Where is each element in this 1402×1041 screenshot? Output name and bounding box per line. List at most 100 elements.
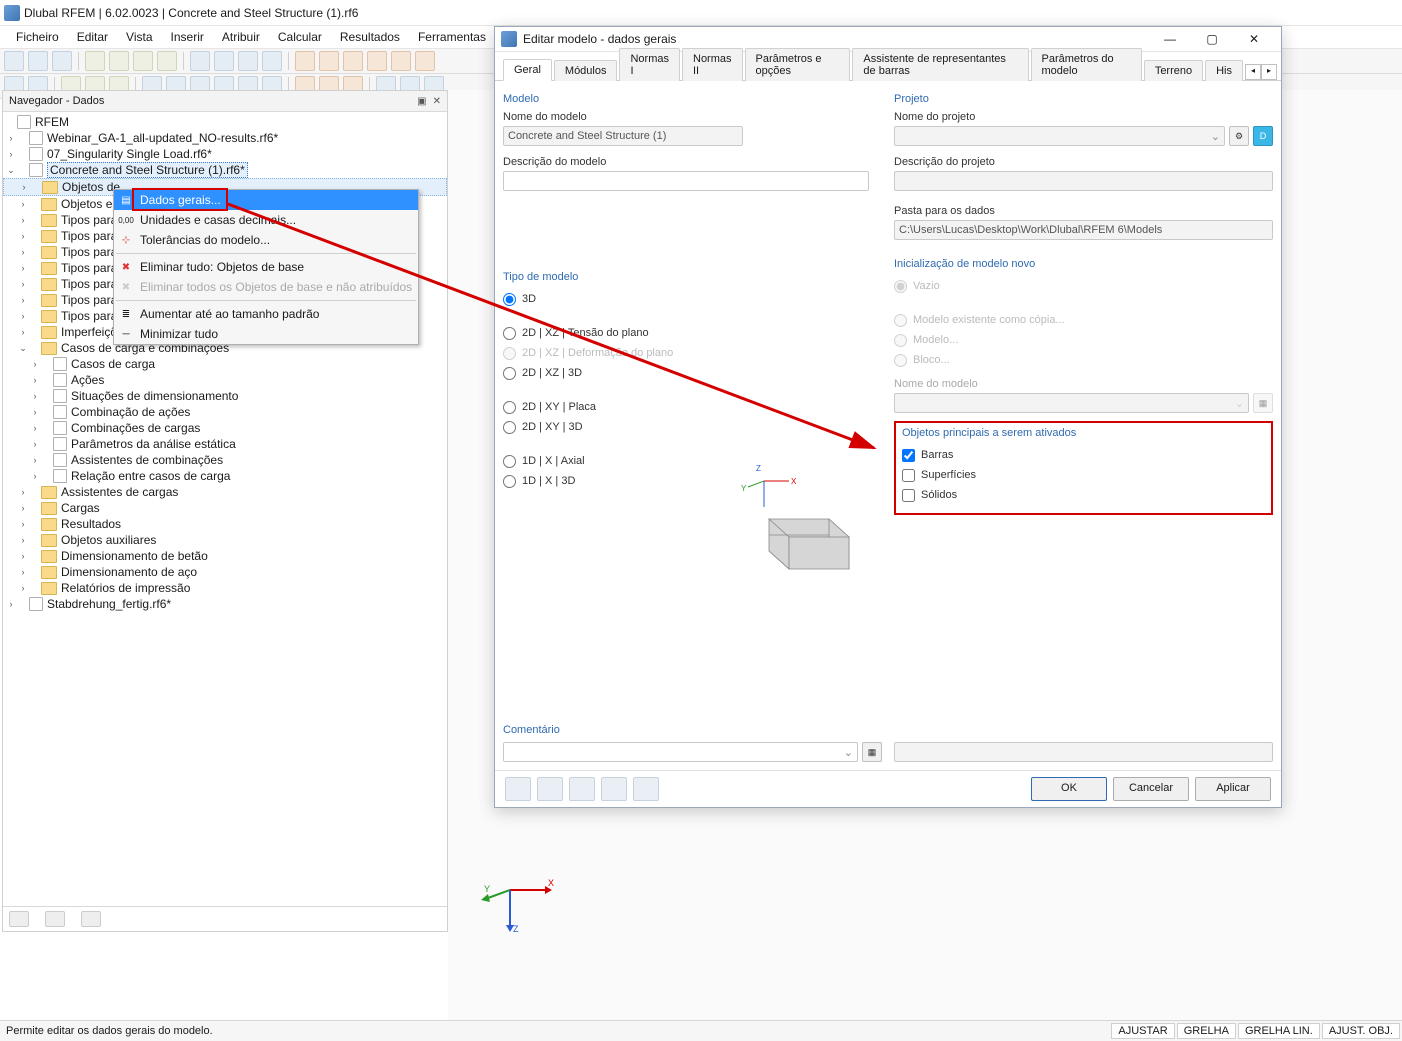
tab-terreno[interactable]: Terreno	[1144, 60, 1203, 81]
nav-footer-icon[interactable]	[9, 911, 29, 927]
input-nome-modelo[interactable]: Concrete and Steel Structure (1)	[503, 126, 743, 146]
toolbar-icon[interactable]	[343, 51, 363, 71]
tree-item[interactable]: Combinação de ações	[71, 405, 190, 419]
project-cloud-button[interactable]: D	[1253, 126, 1273, 146]
tree-item[interactable]: Casos de carga	[71, 357, 155, 371]
toolbar-icon[interactable]	[415, 51, 435, 71]
tree-folder[interactable]: Relatórios de impressão	[61, 581, 190, 595]
tree-item[interactable]: Parâmetros da análise estática	[71, 437, 236, 451]
close-icon[interactable]: ✕	[433, 96, 441, 107]
tab-his[interactable]: His	[1205, 60, 1243, 81]
tree-item[interactable]: Ações	[71, 373, 104, 387]
dock-icon[interactable]: ▣	[417, 96, 426, 107]
toolbar-icon[interactable]	[190, 51, 210, 71]
tree-item[interactable]: Assistentes de combinações	[71, 453, 223, 467]
toolbar-icon[interactable]	[28, 51, 48, 71]
tree-file[interactable]: Stabdrehung_fertig.rf6*	[47, 597, 171, 611]
toolbar-icon[interactable]	[157, 51, 177, 71]
tree-item[interactable]: Relação entre casos de carga	[71, 469, 230, 483]
tree-folder[interactable]: Dimensionamento de betão	[61, 549, 208, 563]
check-superficies[interactable]: Superfícies	[902, 465, 1265, 485]
toolbar-icon[interactable]	[295, 51, 315, 71]
toolbar-icon[interactable]	[214, 51, 234, 71]
input-comentario[interactable]: ⌄	[503, 742, 858, 762]
ctx-minimizar[interactable]: ─Minimizar tudo	[114, 324, 418, 344]
menu-resultados[interactable]: Resultados	[332, 28, 408, 46]
ctx-unidades[interactable]: 0,00Unidades e casas decimais...	[114, 210, 418, 230]
footer-icon[interactable]	[569, 777, 595, 801]
ctx-aumentar[interactable]: ≣Aumentar até ao tamanho padrão	[114, 304, 418, 324]
toolbar-icon[interactable]	[4, 51, 24, 71]
toolbar-icon[interactable]	[52, 51, 72, 71]
tab-assistente[interactable]: Assistente de representantes de barras	[852, 48, 1028, 81]
tab-geral[interactable]: Geral	[503, 59, 552, 81]
tree-folder[interactable]: Tipos para	[61, 229, 117, 243]
tree-file-active[interactable]: Concrete and Steel Structure (1).rf6*	[47, 162, 248, 178]
menu-editar[interactable]: Editar	[69, 28, 116, 46]
status-cell[interactable]: AJUST. OBJ.	[1322, 1023, 1400, 1039]
tree-folder[interactable]: Tipos para	[61, 261, 117, 275]
menu-vista[interactable]: Vista	[118, 28, 160, 46]
footer-icon[interactable]	[601, 777, 627, 801]
ctx-dados-gerais[interactable]: ▤Dados gerais...	[114, 190, 418, 210]
tree-folder[interactable]: Objetos es	[61, 197, 118, 211]
maximize-button[interactable]: ▢	[1191, 28, 1233, 50]
tree-item[interactable]: Situações de dimensionamento	[71, 389, 238, 403]
tree-folder[interactable]: Assistentes de cargas	[61, 485, 178, 499]
menu-ficheiro[interactable]: Ficheiro	[8, 28, 67, 46]
tree-folder-objetos-base[interactable]: Objetos de	[62, 180, 120, 194]
tree-folder[interactable]: Tipos para	[61, 293, 117, 307]
ctx-tolerancias[interactable]: ⊹Tolerâncias do modelo...	[114, 230, 418, 250]
toolbar-icon[interactable]	[133, 51, 153, 71]
tab-normas-2[interactable]: Normas II	[682, 48, 743, 81]
tree-file[interactable]: Webinar_GA-1_all-updated_NO-results.rf6*	[47, 131, 278, 145]
menu-atribuir[interactable]: Atribuir	[214, 28, 268, 46]
input-desc-modelo[interactable]	[503, 171, 869, 191]
status-cell[interactable]: GRELHA LIN.	[1238, 1023, 1320, 1039]
nav-footer-icon[interactable]	[45, 911, 65, 927]
radio-2d-xz-tensao[interactable]: 2D | XZ | Tensão do plano	[503, 323, 882, 343]
menu-ferramentas[interactable]: Ferramentas	[410, 28, 494, 46]
footer-icon[interactable]	[633, 777, 659, 801]
tab-modulos[interactable]: Módulos	[554, 60, 618, 81]
toolbar-icon[interactable]	[262, 51, 282, 71]
radio-2d-xy-3d[interactable]: 2D | XY | 3D	[503, 417, 882, 437]
tree-file[interactable]: 07_Singularity Single Load.rf6*	[47, 147, 212, 161]
tree-root[interactable]: RFEM	[35, 115, 69, 129]
minimize-button[interactable]: —	[1149, 28, 1191, 50]
check-solidos[interactable]: Sólidos	[902, 485, 1265, 505]
ctx-eliminar-tudo[interactable]: ✖Eliminar tudo: Objetos de base	[114, 257, 418, 277]
input-nome-projeto[interactable]: ⌄	[894, 126, 1225, 146]
tree-folder[interactable]: Tipos para	[61, 277, 117, 291]
status-cell[interactable]: AJUSTAR	[1111, 1023, 1174, 1039]
nav-footer-icon[interactable]	[81, 911, 101, 927]
toolbar-icon[interactable]	[238, 51, 258, 71]
tab-param-modelo[interactable]: Parâmetros do modelo	[1031, 48, 1142, 81]
toolbar-icon[interactable]	[319, 51, 339, 71]
footer-icon[interactable]	[537, 777, 563, 801]
menu-calcular[interactable]: Calcular	[270, 28, 330, 46]
radio-3d[interactable]: 3D	[503, 289, 882, 309]
toolbar-icon[interactable]	[109, 51, 129, 71]
radio-2d-xz-3d[interactable]: 2D | XZ | 3D	[503, 363, 882, 383]
status-cell[interactable]: GRELHA	[1177, 1023, 1236, 1039]
tab-scroll-left[interactable]: ◂	[1245, 64, 1261, 80]
comment-pick-button[interactable]: ▦	[862, 742, 882, 762]
check-barras[interactable]: Barras	[902, 445, 1265, 465]
ok-button[interactable]: OK	[1031, 777, 1107, 801]
close-button[interactable]: ✕	[1233, 28, 1275, 50]
tree-folder[interactable]: Tipos para	[61, 213, 117, 227]
apply-button[interactable]: Aplicar	[1195, 777, 1271, 801]
tree-folder[interactable]: Dimensionamento de aço	[61, 565, 197, 579]
tree-folder[interactable]: Resultados	[61, 517, 121, 531]
footer-icon[interactable]	[505, 777, 531, 801]
tree-folder[interactable]: Objetos auxiliares	[61, 533, 156, 547]
toolbar-icon[interactable]	[391, 51, 411, 71]
tree-folder[interactable]: Cargas	[61, 501, 100, 515]
tree-folder[interactable]: Tipos para	[61, 309, 117, 323]
tab-parametros[interactable]: Parâmetros e opções	[745, 48, 851, 81]
tree-item[interactable]: Combinações de cargas	[71, 421, 200, 435]
tab-scroll-right[interactable]: ▸	[1261, 64, 1277, 80]
tab-normas-1[interactable]: Normas I	[619, 48, 680, 81]
toolbar-icon[interactable]	[85, 51, 105, 71]
